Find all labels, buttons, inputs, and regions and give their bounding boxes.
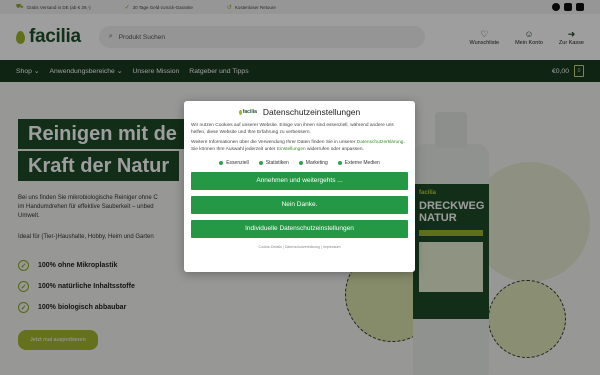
imprint-link[interactable]: Impressum — [323, 245, 341, 249]
footer-privacy-link[interactable]: Datenschutzerklärung — [285, 245, 320, 249]
category-external-media-checkbox[interactable]: Externe Medien — [337, 160, 380, 166]
settings-link[interactable]: Einstellungen — [277, 147, 306, 152]
consent-categories: Essenziell Statistiken Marketing Externe… — [191, 160, 408, 166]
category-essential-checkbox[interactable]: Essenziell — [219, 160, 249, 166]
dialog-intro-text: Wir nutzen Cookies auf unserer Website. … — [191, 123, 394, 135]
drop-logo-icon — [238, 109, 242, 115]
accept-all-button[interactable]: Annehmen und weitergehts ... — [191, 172, 408, 191]
category-marketing-checkbox[interactable]: Marketing — [298, 160, 328, 166]
category-statistics-checkbox[interactable]: Statistiken — [258, 160, 289, 166]
dialog-info-text: Weitere Informationen über die Verwendun… — [191, 140, 405, 152]
individual-settings-button[interactable]: Individuelle Datenschutzeinstellungen — [191, 220, 408, 239]
dialog-header: facilia Datenschutzeinstellungen — [191, 107, 408, 117]
privacy-settings-dialog: facilia Datenschutzeinstellungen Wir nut… — [184, 101, 415, 272]
dialog-footer-links: Cookie-Details | Datenschutzerklärung | … — [258, 245, 341, 250]
dialog-title: Datenschutzeinstellungen — [262, 107, 361, 117]
cookie-details-link[interactable]: Cookie-Details — [259, 245, 282, 249]
decline-button[interactable]: Nein Danke. — [191, 196, 408, 215]
dialog-logo: facilia — [238, 109, 257, 115]
privacy-policy-link[interactable]: Datenschutzerklärung — [357, 140, 404, 145]
